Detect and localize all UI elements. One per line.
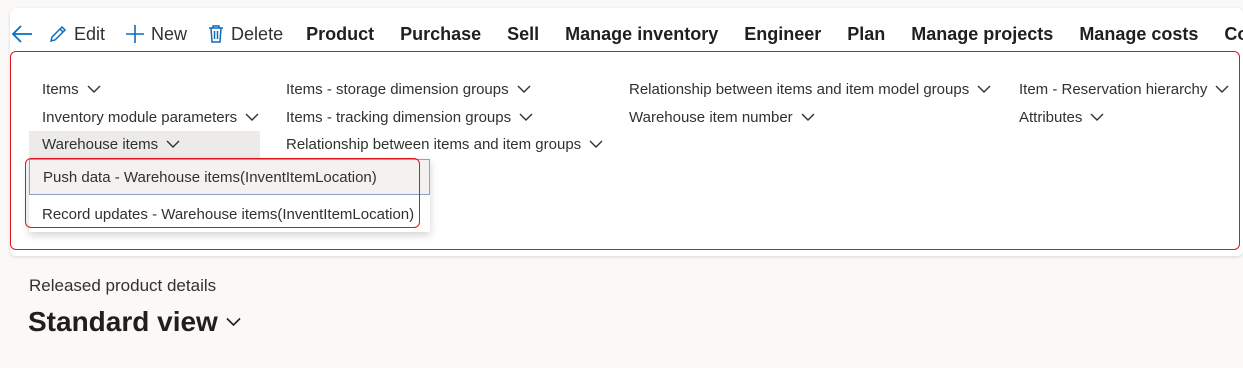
ribbon-menu-warehouse-items[interactable]: Warehouse items xyxy=(29,131,260,158)
ribbon-menu-items-item-model-groups[interactable]: Relationship between items and item mode… xyxy=(629,76,991,103)
page-title: Standard view xyxy=(28,306,218,337)
chevron-down-icon xyxy=(166,140,180,149)
ribbon-menu-inventory-module-parameters[interactable]: Inventory module parameters xyxy=(29,104,259,131)
chevron-down-icon xyxy=(1090,113,1104,122)
new-label: New xyxy=(151,23,188,44)
chevron-down-icon xyxy=(977,85,991,94)
ribbon-menu-items-item-groups[interactable]: Relationship between items and item grou… xyxy=(286,131,603,158)
ribbon-menu-tracking-dimension-groups[interactable]: Items - tracking dimension groups xyxy=(286,104,533,131)
ribbon-menu-items[interactable]: Items xyxy=(29,76,273,103)
ribbon-item-label: Attributes xyxy=(1019,109,1083,126)
pencil-icon xyxy=(49,25,67,43)
ribbon-menu-reservation-hierarchy[interactable]: Item - Reservation hierarchy xyxy=(1019,76,1229,103)
back-arrow-icon xyxy=(11,25,32,43)
breadcrumb: Released product details xyxy=(29,276,217,295)
ribbon-item-label: Relationship between items and item grou… xyxy=(286,136,582,153)
ribbon-item-label: Warehouse items xyxy=(42,136,159,153)
chevron-down-icon xyxy=(87,85,101,94)
ribbon-item-label: Item - Reservation hierarchy xyxy=(1019,81,1208,98)
chevron-down-icon xyxy=(226,317,241,327)
dropdown-highlight-outline xyxy=(25,158,420,228)
chevron-down-icon xyxy=(589,140,603,149)
edit-label: Edit xyxy=(74,23,106,44)
ribbon-menu-warehouse-item-number[interactable]: Warehouse item number xyxy=(629,104,815,131)
ribbon-item-label: Warehouse item number xyxy=(629,109,793,126)
ribbon-item-label: Relationship between items and item mode… xyxy=(629,81,970,98)
delete-label: Delete xyxy=(231,23,284,44)
chevron-down-icon xyxy=(245,113,259,122)
ribbon-item-label: Inventory module parameters xyxy=(42,109,238,126)
plus-icon xyxy=(126,25,145,43)
ribbon-item-label: Items - tracking dimension groups xyxy=(286,109,512,126)
chevron-down-icon xyxy=(801,113,815,122)
ribbon-menu-attributes[interactable]: Attributes xyxy=(1019,104,1104,131)
ribbon-item-label: Items xyxy=(42,81,79,98)
chevron-down-icon xyxy=(1215,85,1229,94)
trash-icon xyxy=(209,25,224,43)
chevron-down-icon xyxy=(519,113,533,122)
ribbon-item-label: Items - storage dimension groups xyxy=(286,81,509,98)
ribbon-menu-storage-dimension-groups[interactable]: Items - storage dimension groups xyxy=(286,76,531,103)
view-selector[interactable]: Standard view xyxy=(28,306,241,338)
chevron-down-icon xyxy=(517,85,531,94)
